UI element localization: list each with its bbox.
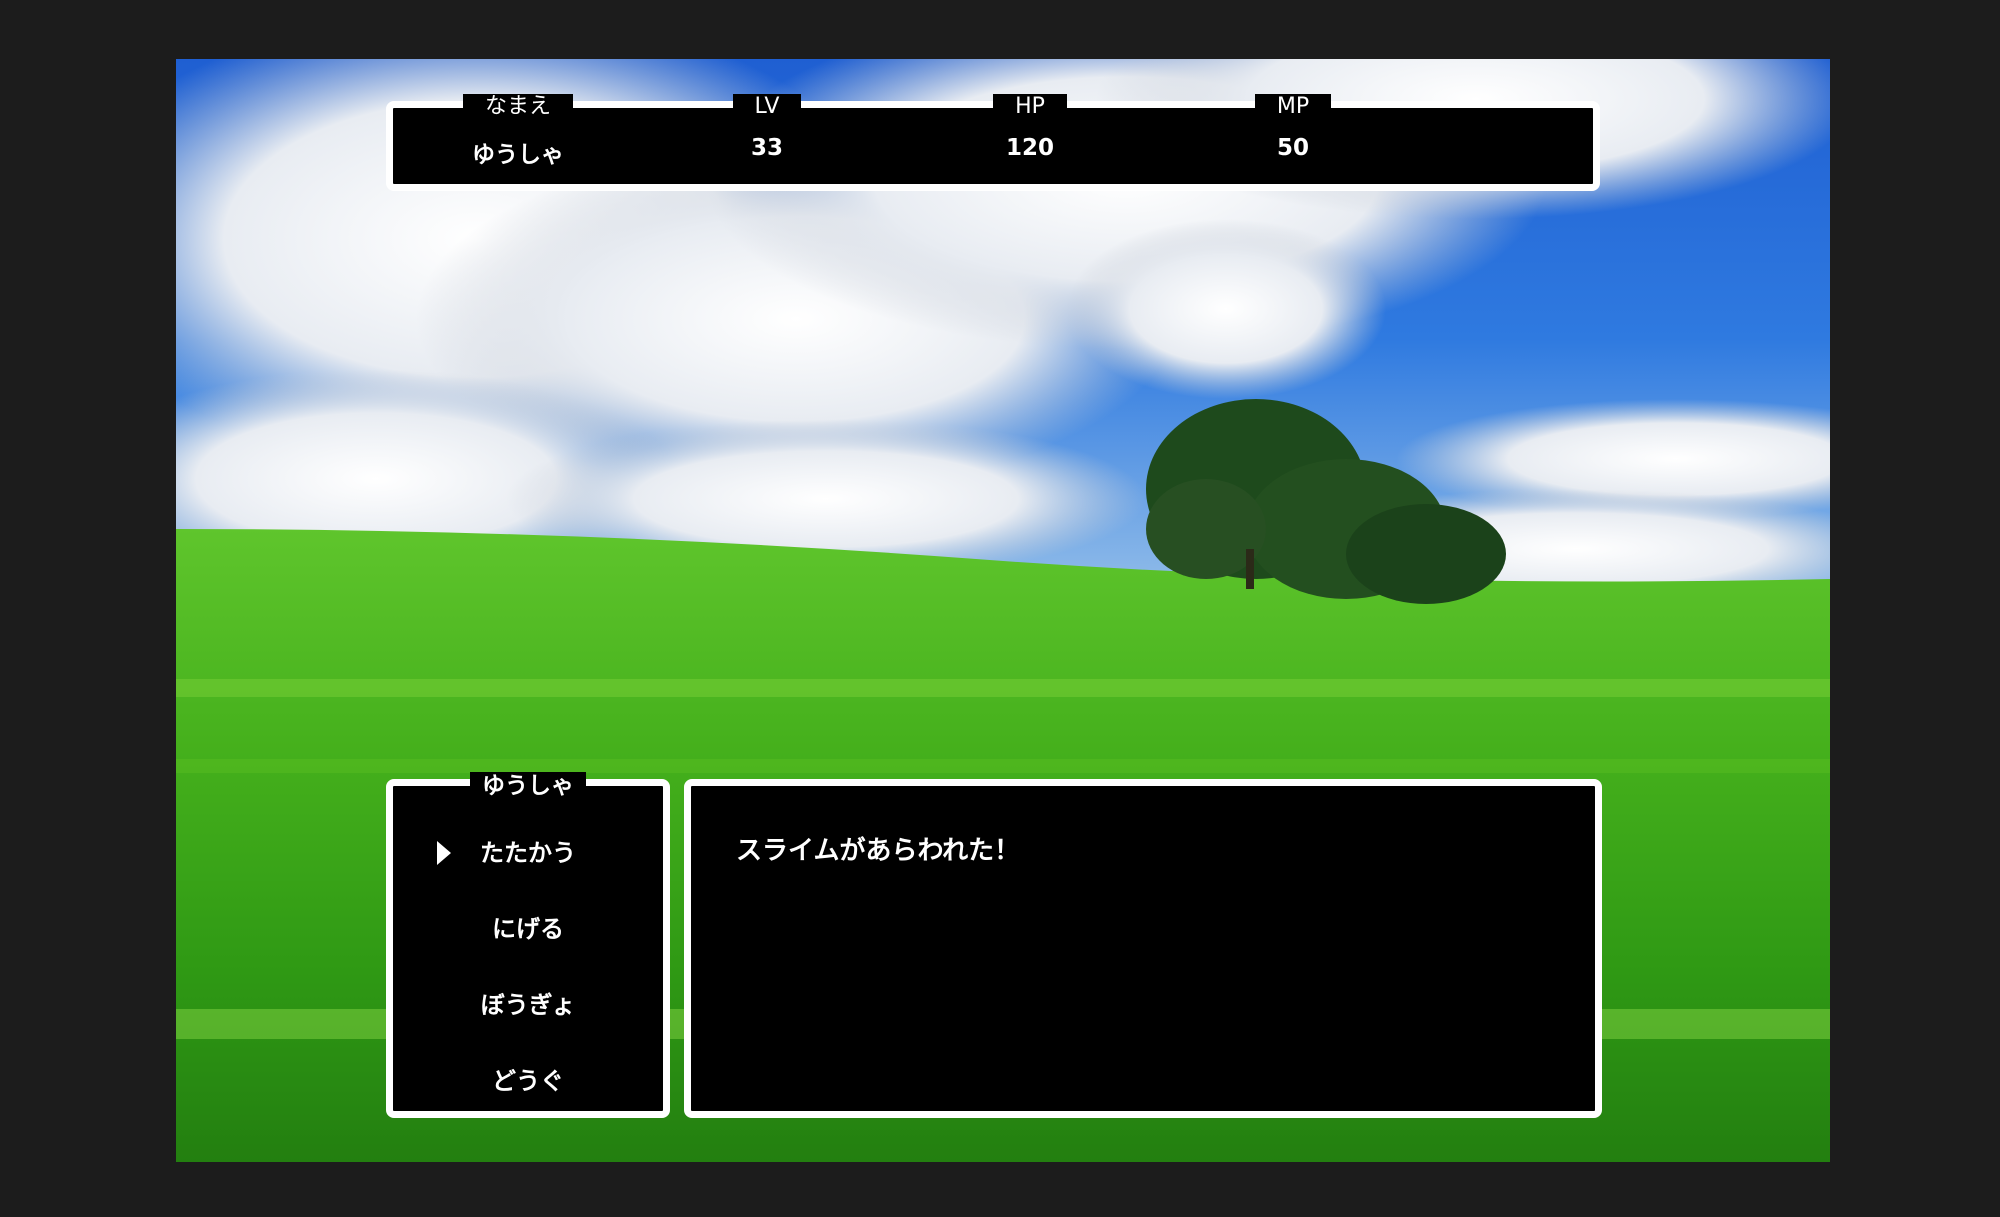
battle-message: スライムがあらわれた！ — [736, 836, 1021, 866]
command-window-title: ゆうしゃ — [470, 772, 586, 800]
battle-scene: なまえ ゆうしゃ LV 33 HP 120 MP 50 ゆうしゃ たたかう にげ… — [176, 59, 1830, 1162]
command-fight[interactable]: たたかう — [393, 838, 663, 868]
command-run[interactable]: にげる — [393, 914, 663, 944]
message-window: スライムがあらわれた！ — [684, 779, 1602, 1118]
command-item[interactable]: どうぐ — [393, 1066, 663, 1096]
status-value-lv: 33 — [750, 135, 783, 161]
status-header-lv: LV — [732, 94, 802, 120]
status-header-mp: MP — [1254, 94, 1332, 120]
status-value-mp: 50 — [1276, 135, 1309, 161]
command-window: ゆうしゃ たたかう にげる ぼうぎょ どうぐ — [386, 772, 670, 1118]
status-header-name: なまえ — [462, 94, 573, 120]
status-value-hp: 120 — [1005, 135, 1054, 161]
status-header-hp: HP — [993, 94, 1067, 120]
status-window: なまえ ゆうしゃ LV 33 HP 120 MP 50 — [386, 94, 1600, 191]
command-defend[interactable]: ぼうぎょ — [393, 990, 663, 1020]
status-value-name: ゆうしゃ — [472, 142, 564, 168]
